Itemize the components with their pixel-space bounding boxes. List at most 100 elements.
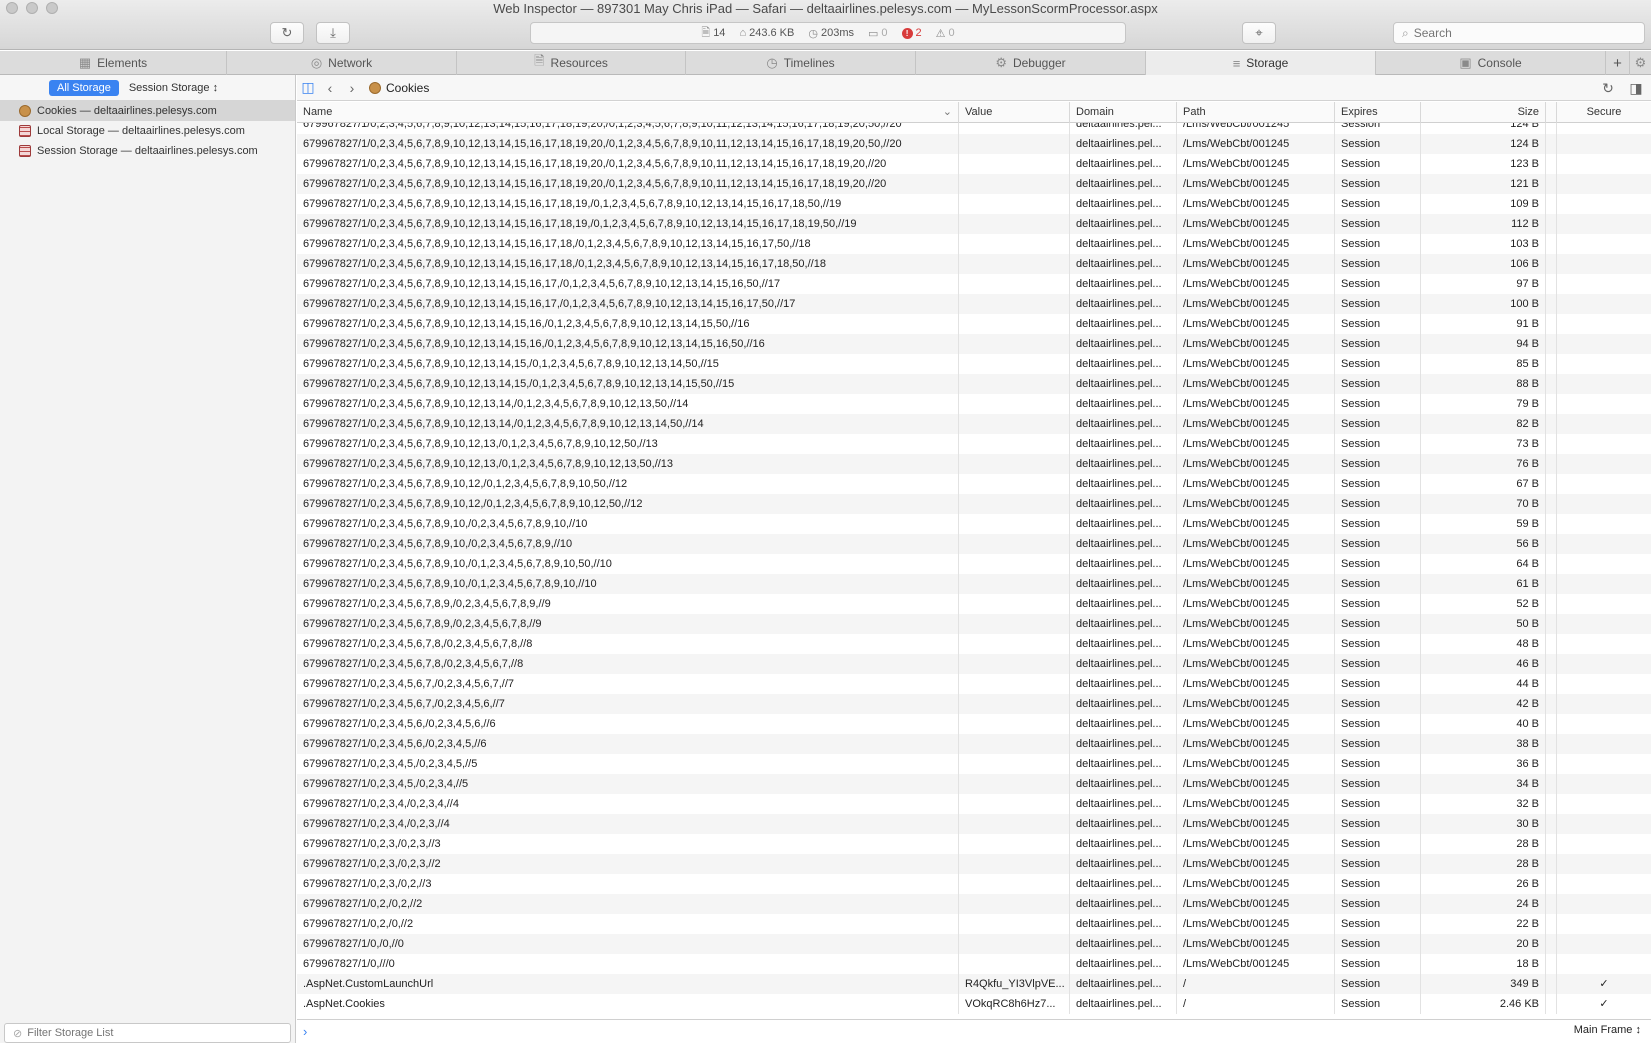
- table-row[interactable]: 679967827/1/0,2,3,4,5,6,7,8,9,10,12,13,1…: [297, 174, 1651, 194]
- load-time[interactable]: ◷ 203ms: [808, 27, 854, 40]
- table-row[interactable]: 679967827/1/0,2,3,4,5,6,7,8,9,10,12,13,1…: [297, 134, 1651, 154]
- table-row[interactable]: 679967827/1/0,2,3,4,5,6,7,8,9,10,12,13,1…: [297, 274, 1651, 294]
- table-row[interactable]: 679967827/1/0,2,3,4,5,6,7,8,9,10,12,13,1…: [297, 234, 1651, 254]
- table-row[interactable]: 679967827/1/0,2,/0,2,//2 deltaairlines.pe…: [297, 894, 1651, 914]
- table-row[interactable]: 679967827/1/0,2,3,4,5,6,7,8,9,10,12,13,1…: [297, 254, 1651, 274]
- table-row[interactable]: 679967827/1/0,2,3,/0,2,3,//2 deltaairline…: [297, 854, 1651, 874]
- inspect-element-button[interactable]: ⌖: [1242, 22, 1276, 44]
- table-row[interactable]: 679967827/1/0,2,3,4,5,6,7,8,9,10,12,13,/…: [297, 434, 1651, 454]
- table-row[interactable]: 679967827/1/0,2,3,4,5,6,7,8,9,10,12,13,1…: [297, 194, 1651, 214]
- table-row[interactable]: 679967827/1/0,2,3,4,5,6,7,/0,2,3,4,5,6,/…: [297, 694, 1651, 714]
- table-row[interactable]: .AspNet.Cookies VOkqRC8h6Hz7... deltaairli…: [297, 994, 1651, 1014]
- column-header-http-only[interactable]: [1546, 102, 1557, 123]
- download-button[interactable]: ⤓: [316, 22, 350, 44]
- column-header-secure[interactable]: Secure: [1557, 102, 1651, 123]
- table-row[interactable]: 679967827/1/0,2,3,4,5,6,7,8,9,10,/0,2,3,…: [297, 514, 1651, 534]
- table-row[interactable]: 679967827/1/0,2,3,4,5,6,7,8,9,10,12,13,1…: [297, 414, 1651, 434]
- execution-context-select[interactable]: Main Frame ↕: [1574, 1024, 1641, 1036]
- column-header-value[interactable]: Value: [959, 102, 1070, 123]
- scope-session-storage[interactable]: Session Storage ↕: [129, 82, 218, 94]
- table-row[interactable]: 679967827/1/0,2,3,4,5,6,7,8,9,10,/0,1,2,…: [297, 554, 1651, 574]
- cookies-table[interactable]: 679967827/1/0,2,3,4,5,6,7,8,9,10,12,13,1…: [297, 123, 1651, 1019]
- table-row[interactable]: 679967827/1/0,2,3,4,5,6,/0,2,3,4,5,//6 de…: [297, 734, 1651, 754]
- back-button[interactable]: ‹: [319, 77, 341, 99]
- details-sidebar-toggle-button[interactable]: ◨: [1625, 77, 1647, 99]
- cookie-secure-cell: [1557, 514, 1651, 534]
- sidebar-item-session-storage[interactable]: Session Storage — deltaairlines.pelesys.…: [0, 141, 295, 161]
- column-header-path[interactable]: Path: [1177, 102, 1335, 123]
- column-header-size[interactable]: Size: [1421, 102, 1546, 123]
- cookie-http-only-cell: [1546, 974, 1557, 994]
- table-row[interactable]: 679967827/1/0,2,3,4,5,6,7,8,9,10,12,13,1…: [297, 314, 1651, 334]
- table-row[interactable]: 679967827/1/0,2,3,4,5,6,7,8,9,10,/0,2,3,…: [297, 534, 1651, 554]
- sidebar-toggle-button[interactable]: ◫: [297, 77, 319, 99]
- table-row[interactable]: 679967827/1/0,2,3,4,5,6,7,8,/0,2,3,4,5,6…: [297, 634, 1651, 654]
- cookie-name-cell: 679967827/1/0,2,3,4,5,6,7,8,9,10,12,13,1…: [297, 394, 959, 414]
- tab-storage[interactable]: ≡ Storage: [1146, 51, 1376, 75]
- tab-resources[interactable]: 🗎 Resources: [457, 51, 686, 75]
- table-row[interactable]: 679967827/1/0,2,3,4,5,6,7,8,9,10,12,/0,1…: [297, 474, 1651, 494]
- table-row[interactable]: 679967827/1/0,2,3,4,5,6,7,8,9,10,12,13,1…: [297, 294, 1651, 314]
- table-row[interactable]: 679967827/1/0,2,3,4,5,6,7,8,9,10,12,/0,1…: [297, 494, 1651, 514]
- settings-button[interactable]: ⚙: [1630, 51, 1651, 75]
- cookie-http-only-cell: [1546, 294, 1557, 314]
- table-row[interactable]: 679967827/1/0,2,3,4,5,6,7,8,9,10,12,13,1…: [297, 214, 1651, 234]
- tab-debugger[interactable]: ⚙ Debugger: [916, 51, 1146, 75]
- table-row[interactable]: 679967827/1/0,2,3,4,5,/0,2,3,4,//5 deltaa…: [297, 774, 1651, 794]
- table-row[interactable]: 679967827/1/0,2,3,4,5,6,7,8,9,10,12,13,1…: [297, 374, 1651, 394]
- table-row[interactable]: 679967827/1/0,2,3,4,5,6,7,8,9,10,/0,1,2,…: [297, 574, 1651, 594]
- table-row[interactable]: 679967827/1/0,2,3,/0,2,3,//3 deltaairline…: [297, 834, 1651, 854]
- table-row[interactable]: 679967827/1/0,2,3,4,5,6,7,8,9,10,12,13,1…: [297, 394, 1651, 414]
- search-input[interactable]: [1413, 26, 1614, 40]
- sort-descending-icon: ⌄: [942, 106, 952, 118]
- table-row[interactable]: 679967827/1/0,2,3,4,5,6,7,8,9,10,12,13,1…: [297, 354, 1651, 374]
- table-row[interactable]: 679967827/1/0,/0,//0 deltaairlines.pel...…: [297, 934, 1651, 954]
- table-row[interactable]: 679967827/1/0,2,3,4,5,6,7,8,9,10,12,13,/…: [297, 454, 1651, 474]
- tab-network[interactable]: ◎ Network: [227, 51, 457, 75]
- cookie-name-cell: 679967827/1/0,2,3,4,5,6,7,8,9,10,12,13,/…: [297, 454, 959, 474]
- column-header-name[interactable]: Name ⌄: [297, 102, 959, 123]
- tab-timelines[interactable]: ◷ Timelines: [686, 51, 916, 75]
- table-row[interactable]: 679967827/1/0,2,3,4,5,/0,2,3,4,5,//5 delt…: [297, 754, 1651, 774]
- search-field[interactable]: ⌕: [1393, 22, 1645, 44]
- column-header-domain[interactable]: Domain: [1070, 102, 1177, 123]
- sidebar-item-cookies[interactable]: Cookies — deltaairlines.pelesys.com: [0, 101, 295, 121]
- tab-elements[interactable]: ▦ Elements: [0, 51, 227, 75]
- new-tab-button[interactable]: +: [1606, 51, 1630, 75]
- tab-console[interactable]: ▣ Console: [1376, 51, 1606, 75]
- updown-chevron-icon: ↕: [212, 81, 219, 94]
- reload-button[interactable]: ↻: [270, 22, 304, 44]
- table-row[interactable]: 679967827/1/0,2,3,4,/0,2,3,//4 deltaairli…: [297, 814, 1651, 834]
- table-row[interactable]: 679967827/1/0,2,3,4,5,6,7,8,9,/0,2,3,4,5…: [297, 594, 1651, 614]
- resource-count[interactable]: 🗎 14: [701, 24, 725, 43]
- cookie-expires-cell: Session: [1335, 454, 1421, 474]
- warning-count[interactable]: ⚠ 0: [936, 27, 955, 40]
- quick-console[interactable]: › Main Frame ↕: [297, 1019, 1651, 1043]
- table-row[interactable]: 679967827/1/0,2,3,4,5,6,/0,2,3,4,5,6,//6…: [297, 714, 1651, 734]
- table-row[interactable]: 679967827/1/0,2,3,4,5,6,7,8,9,10,12,13,1…: [297, 334, 1651, 354]
- cookie-path-cell: /Lms/WebCbt/001245: [1177, 934, 1335, 954]
- filter-storage-input[interactable]: [27, 1027, 268, 1039]
- table-row[interactable]: 679967827/1/0,///0 deltaairlines.pel.../L…: [297, 954, 1651, 974]
- filter-bar[interactable]: ⊘: [4, 1023, 291, 1043]
- table-row[interactable]: 679967827/1/0,2,3,4,5,6,7,8,9,10,12,13,1…: [297, 123, 1651, 134]
- table-row[interactable]: 679967827/1/0,2,3,4,5,6,7,/0,2,3,4,5,6,7…: [297, 674, 1651, 694]
- table-row[interactable]: 679967827/1/0,2,3,4,5,6,7,8,9,/0,2,3,4,5…: [297, 614, 1651, 634]
- log-count[interactable]: ▭ 0: [868, 27, 888, 40]
- resource-size[interactable]: ⌂ 243.6 KB: [739, 27, 794, 39]
- table-row[interactable]: 679967827/1/0,2,3,/0,2,//3 deltaairlines.…: [297, 874, 1651, 894]
- scope-all-storage[interactable]: All Storage: [49, 79, 119, 96]
- chevron-right-icon: ›: [349, 79, 355, 96]
- table-row[interactable]: 679967827/1/0,2,/0,//2 deltaairlines.pel.…: [297, 914, 1651, 934]
- activity-viewer[interactable]: 🗎 14 ⌂ 243.6 KB ◷ 203ms ▭ 0 ! 2 ⚠ 0: [530, 22, 1126, 44]
- table-row[interactable]: 679967827/1/0,2,3,4,/0,2,3,4,//4 deltaair…: [297, 794, 1651, 814]
- table-row[interactable]: 679967827/1/0,2,3,4,5,6,7,8,/0,2,3,4,5,6…: [297, 654, 1651, 674]
- cookie-domain-cell: deltaairlines.pel...: [1070, 474, 1177, 494]
- forward-button[interactable]: ›: [341, 77, 363, 99]
- column-header-expires[interactable]: Expires: [1335, 102, 1421, 123]
- table-row[interactable]: .AspNet.CustomLaunchUrl R4Qkfu_YI3VlpVE..…: [297, 974, 1651, 994]
- error-count[interactable]: ! 2: [901, 27, 922, 39]
- table-row[interactable]: 679967827/1/0,2,3,4,5,6,7,8,9,10,12,13,1…: [297, 154, 1651, 174]
- refresh-button[interactable]: ↻: [1597, 77, 1619, 99]
- sidebar-item-local-storage[interactable]: Local Storage — deltaairlines.pelesys.co…: [0, 121, 295, 141]
